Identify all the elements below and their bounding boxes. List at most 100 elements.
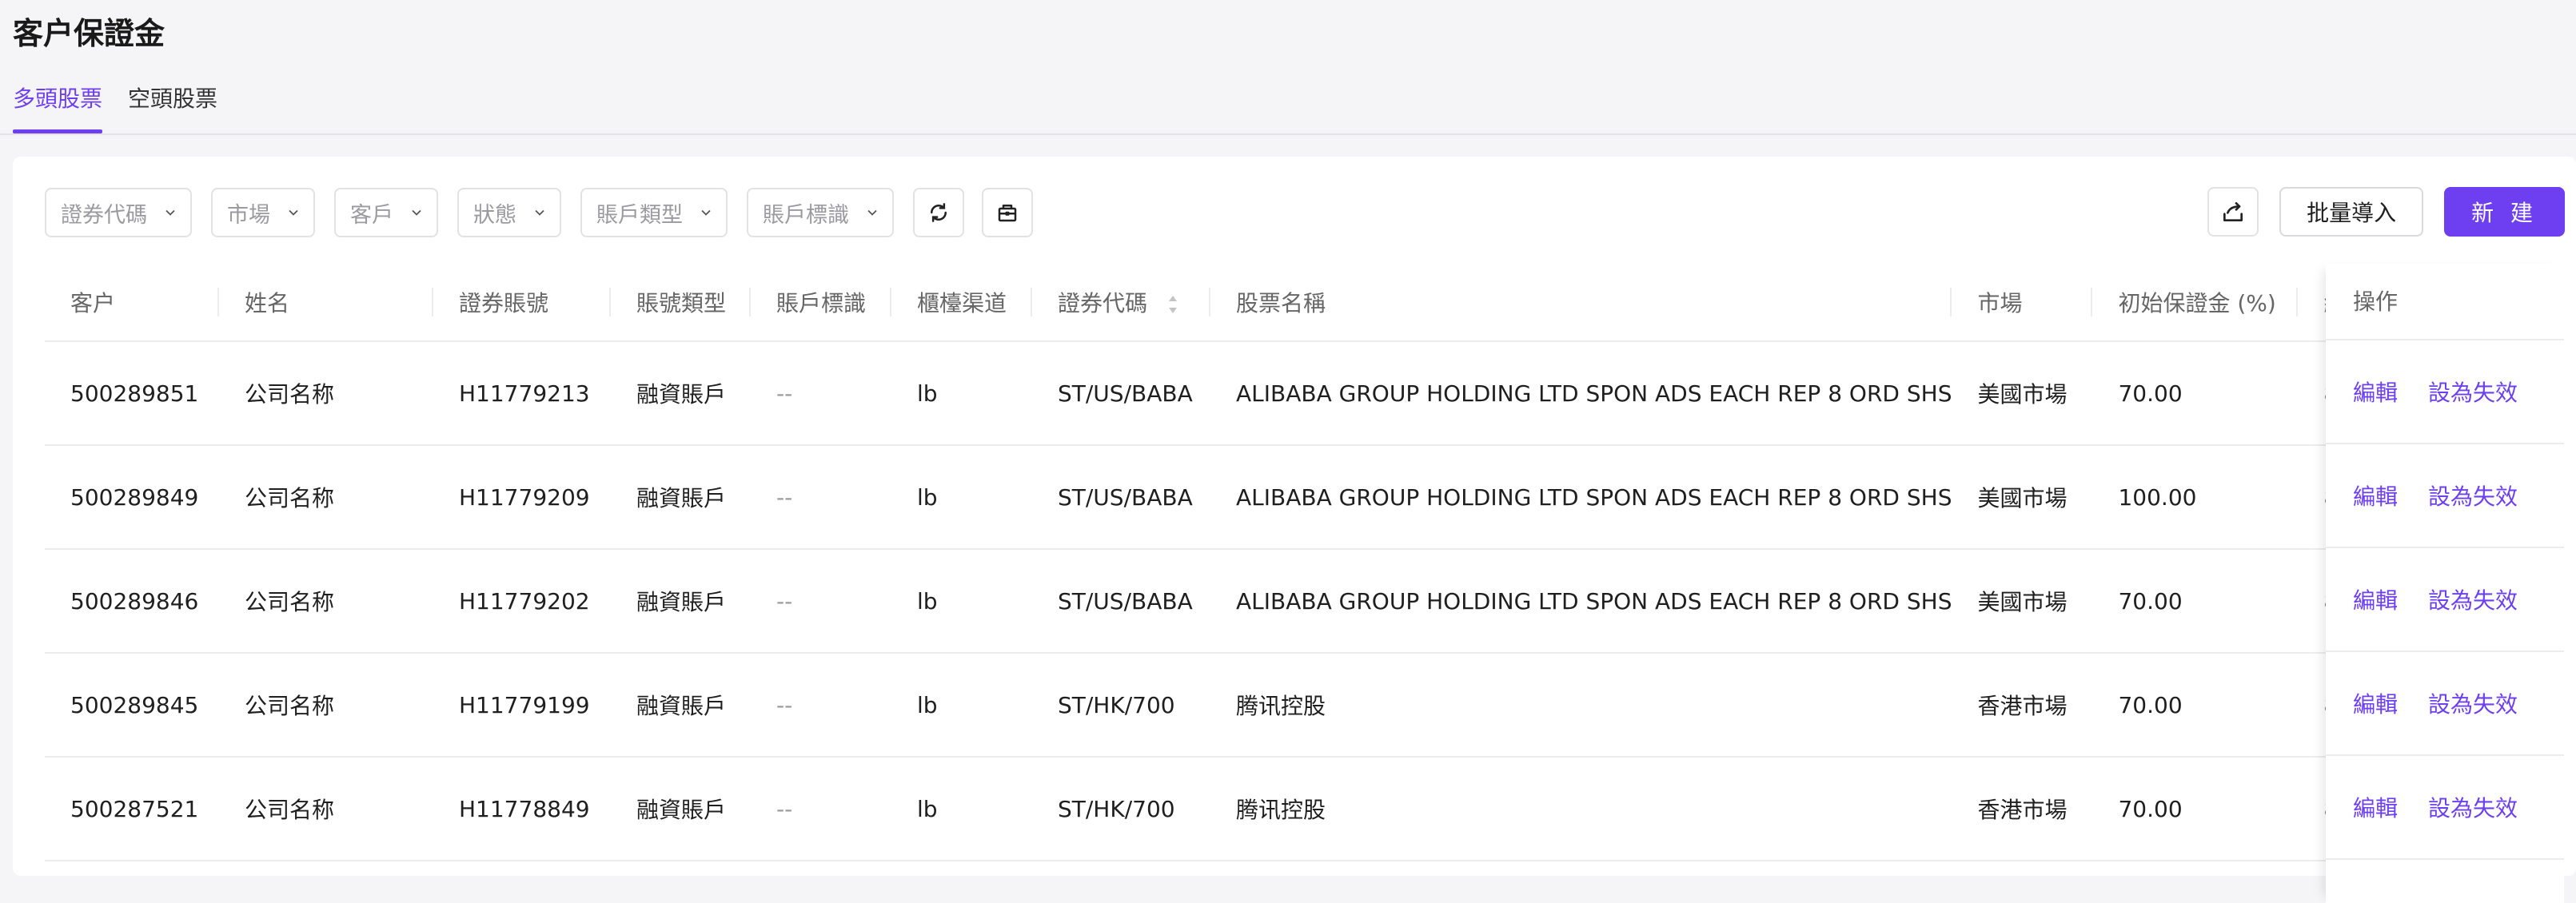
table-cell: 融資賬戶 — [611, 445, 751, 550]
tab-long-stocks[interactable]: 多頭股票 — [13, 77, 103, 134]
edit-link[interactable]: 編輯 — [2353, 376, 2398, 408]
refresh-icon — [930, 203, 947, 222]
chevron-down-icon — [289, 209, 298, 216]
chevron-down-icon — [701, 209, 711, 216]
filter-label: 市場 — [227, 202, 270, 228]
chevron-down-icon — [867, 209, 877, 216]
column-header: 市場 — [1952, 264, 2093, 342]
invalidate-link[interactable]: 設為失效 — [2428, 479, 2518, 511]
column-header: 姓名 — [219, 264, 433, 342]
refresh-button[interactable] — [913, 188, 964, 237]
table-cell: lb — [891, 341, 1032, 446]
table-cell: 腾讯控股 — [1210, 653, 1952, 758]
table-cell: 美國市場 — [1952, 549, 2093, 654]
table-cell: H11779213 — [433, 341, 611, 446]
table-row: 500289846 公司名称 H11779202 融資賬戶 -- lb ST/U… — [45, 549, 2363, 654]
column-header: 櫃檯渠道 — [891, 264, 1032, 342]
invalidate-link[interactable]: 設為失效 — [2428, 376, 2518, 408]
table-cell: 融資賬戶 — [611, 341, 751, 446]
table-cell: ALIBABA GROUP HOLDING LTD SPON ADS EACH … — [1210, 445, 1952, 550]
actions-cell: 編輯 設為失效 — [2326, 340, 2564, 444]
table-cell: 香港市場 — [1952, 757, 2093, 861]
table-cell: 70.00 — [2092, 653, 2299, 758]
column-header: 股票名稱 — [1210, 264, 1952, 342]
export-button[interactable] — [2207, 187, 2259, 237]
table-cell: -- — [751, 653, 891, 758]
table-cell: 500289846 — [45, 549, 219, 654]
column-header: 賬號類型 — [611, 264, 751, 342]
filter-label: 證券代碼 — [61, 202, 147, 228]
invalidate-link[interactable]: 設為失效 — [2428, 791, 2518, 823]
filter-account-type[interactable]: 賬戶類型 — [580, 188, 728, 237]
table-row: 500289845 公司名称 H11779199 融資賬戶 -- lb ST/H… — [45, 653, 2363, 758]
edit-link[interactable]: 編輯 — [2353, 583, 2398, 615]
invalidate-link[interactable]: 設為失效 — [2428, 583, 2518, 615]
edit-link[interactable]: 編輯 — [2353, 791, 2398, 823]
filter-bar: 證券代碼 市場 客戶 狀態 賬戶類型 賬戶標識 — [45, 187, 1051, 238]
table-cell: 公司名称 — [219, 653, 433, 758]
filter-label: 賬戶類型 — [596, 202, 683, 228]
table-cell: 100.00 — [2092, 445, 2299, 550]
table-cell: -- — [751, 549, 891, 654]
actions-cell: 編輯 設為失效 — [2326, 652, 2564, 756]
table-cell: 70.00 — [2092, 341, 2299, 446]
table-cell: ST/US/BABA — [1032, 549, 1210, 654]
export-icon — [2223, 202, 2243, 221]
table-cell: 美國市場 — [1952, 341, 2093, 446]
filter-status[interactable]: 狀態 — [457, 188, 561, 237]
table-cell: ST/HK/700 — [1032, 757, 1210, 861]
column-header: 客户 — [45, 264, 219, 342]
table-cell: 美國市場 — [1952, 445, 2093, 550]
table-cell: -- — [751, 445, 891, 550]
toolbar-actions: 批量導入 新 建 — [2207, 187, 2565, 237]
table-cell: 70.00 — [2092, 549, 2299, 654]
table-cell: H11779202 — [433, 549, 611, 654]
bulk-import-button[interactable]: 批量導入 — [2279, 187, 2424, 237]
table-cell: H11778849 — [433, 757, 611, 861]
filter-account-tag[interactable]: 賬戶標識 — [747, 188, 894, 237]
table-row: 500287521 公司名称 H11778849 融資賬戶 -- lb ST/H… — [45, 757, 2363, 861]
table-cell: lb — [891, 549, 1032, 654]
table-cell: ALIBABA GROUP HOLDING LTD SPON ADS EACH … — [1210, 549, 1952, 654]
table-cell: 腾讯控股 — [1210, 757, 1952, 861]
column-header: 初始保證金 (%) — [2092, 264, 2299, 342]
table-row: 500289849 公司名称 H11779209 融資賬戶 -- lb ST/U… — [45, 445, 2363, 550]
page-title: 客户保證金 — [13, 16, 165, 51]
sort-icon[interactable] — [1167, 294, 1178, 315]
table-cell: ALIBABA GROUP HOLDING LTD SPON ADS EACH … — [1210, 341, 1952, 446]
actions-column: 操作 編輯 設為失效 編輯 設為失效 編輯 設為失效 編輯 設為失效 編輯 設為… — [2326, 264, 2564, 903]
table-cell: 500289845 — [45, 653, 219, 758]
column-header-sortable[interactable]: 證券代碼 — [1032, 264, 1210, 342]
actions-cell: 編輯 設為失效 — [2326, 756, 2564, 860]
table-cell: lb — [891, 445, 1032, 550]
content-card: 證券代碼 市場 客戶 狀態 賬戶類型 賬戶標識 批量導入 新 建 客户 姓名 證… — [13, 157, 2576, 903]
actions-cell: 編輯 設為失效 — [2326, 548, 2564, 652]
table-cell: 香港市場 — [1952, 653, 2093, 758]
table-cell: 公司名称 — [219, 445, 433, 550]
table-cell: -- — [751, 341, 891, 446]
table-cell: -- — [751, 757, 891, 861]
table-cell: 500289851 — [45, 341, 219, 446]
edit-link[interactable]: 編輯 — [2353, 687, 2398, 719]
invalidate-link[interactable]: 設為失效 — [2428, 687, 2518, 719]
actions-cell: 編輯 設為失效 — [2326, 444, 2564, 548]
table-header-row: 客户 姓名 證券賬號 賬號類型 賬戶標識 櫃檯渠道 證券代碼 股票名稱 市場 初… — [45, 264, 2363, 342]
filter-client[interactable]: 客戶 — [334, 188, 438, 237]
tab-short-stocks[interactable]: 空頭股票 — [128, 77, 217, 134]
filter-label: 客戶 — [350, 202, 393, 228]
table-cell: 融資賬戶 — [611, 653, 751, 758]
filter-market[interactable]: 市場 — [211, 188, 315, 237]
table-cell: lb — [891, 653, 1032, 758]
filter-security-code[interactable]: 證券代碼 — [45, 188, 192, 237]
new-button[interactable]: 新 建 — [2444, 187, 2565, 237]
table-cell: ST/US/BABA — [1032, 341, 1210, 446]
chevron-down-icon — [535, 209, 544, 216]
table-cell: 公司名称 — [219, 757, 433, 861]
column-header: 賬戶標識 — [751, 264, 891, 342]
basket-button[interactable] — [982, 188, 1033, 237]
filter-label: 狀態 — [473, 202, 516, 228]
margin-table: 客户 姓名 證券賬號 賬號類型 賬戶標識 櫃檯渠道 證券代碼 股票名稱 市場 初… — [45, 264, 2363, 861]
table-cell: 70.00 — [2092, 757, 2299, 861]
filter-label: 賬戶標識 — [763, 202, 849, 228]
edit-link[interactable]: 編輯 — [2353, 479, 2398, 511]
